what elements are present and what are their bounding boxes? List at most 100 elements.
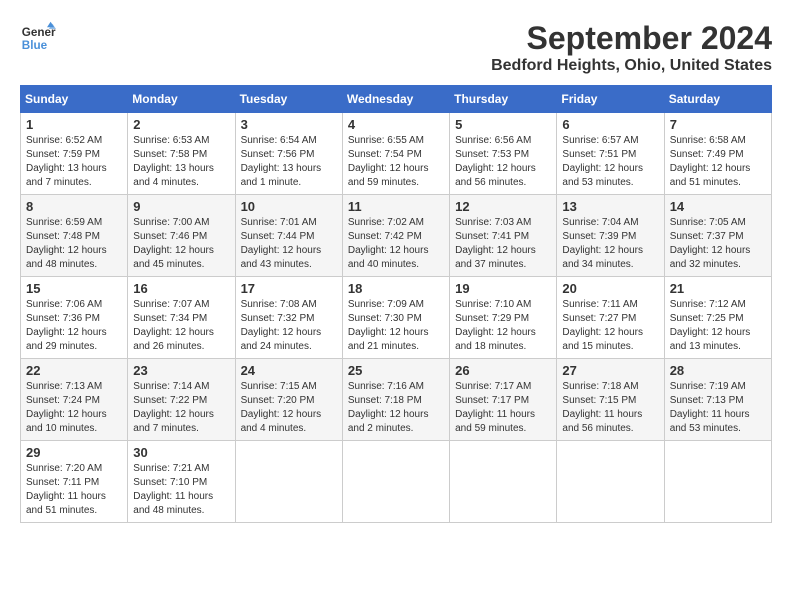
calendar-cell: 18 Sunrise: 7:09 AM Sunset: 7:30 PM Dayli… — [342, 277, 449, 359]
weekday-header-saturday: Saturday — [664, 86, 771, 113]
day-info: Sunrise: 6:56 AM Sunset: 7:53 PM Dayligh… — [455, 134, 551, 190]
day-number: 21 — [670, 281, 766, 296]
day-info: Sunrise: 7:04 AM Sunset: 7:39 PM Dayligh… — [562, 216, 658, 272]
day-info: Sunrise: 7:11 AM Sunset: 7:27 PM Dayligh… — [562, 298, 658, 354]
day-info: Sunrise: 7:14 AM Sunset: 7:22 PM Dayligh… — [133, 380, 229, 436]
day-number: 9 — [133, 199, 229, 214]
calendar-cell — [342, 441, 449, 523]
day-info: Sunrise: 7:08 AM Sunset: 7:32 PM Dayligh… — [241, 298, 337, 354]
weekday-header-sunday: Sunday — [21, 86, 128, 113]
day-number: 14 — [670, 199, 766, 214]
header: General Blue September 2024 Bedford Heig… — [20, 20, 772, 75]
calendar-cell: 11 Sunrise: 7:02 AM Sunset: 7:42 PM Dayli… — [342, 195, 449, 277]
day-number: 26 — [455, 363, 551, 378]
calendar-cell: 13 Sunrise: 7:04 AM Sunset: 7:39 PM Dayli… — [557, 195, 664, 277]
calendar-cell: 30 Sunrise: 7:21 AM Sunset: 7:10 PM Dayli… — [128, 441, 235, 523]
location-title: Bedford Heights, Ohio, United States — [491, 57, 772, 75]
calendar-cell: 22 Sunrise: 7:13 AM Sunset: 7:24 PM Dayli… — [21, 359, 128, 441]
calendar-cell — [450, 441, 557, 523]
day-info: Sunrise: 7:09 AM Sunset: 7:30 PM Dayligh… — [348, 298, 444, 354]
day-number: 7 — [670, 117, 766, 132]
calendar-cell: 7 Sunrise: 6:58 AM Sunset: 7:49 PM Daylig… — [664, 113, 771, 195]
weekday-header-thursday: Thursday — [450, 86, 557, 113]
title-area: September 2024 Bedford Heights, Ohio, Un… — [491, 20, 772, 75]
day-info: Sunrise: 7:19 AM Sunset: 7:13 PM Dayligh… — [670, 380, 766, 436]
day-info: Sunrise: 7:16 AM Sunset: 7:18 PM Dayligh… — [348, 380, 444, 436]
day-number: 18 — [348, 281, 444, 296]
calendar-cell: 3Sunrise: 6:54 AM Sunset: 7:56 PM Daylig… — [235, 113, 342, 195]
day-info: Sunrise: 6:59 AM Sunset: 7:48 PM Dayligh… — [26, 216, 122, 272]
calendar-cell: 23 Sunrise: 7:14 AM Sunset: 7:22 PM Dayli… — [128, 359, 235, 441]
calendar-cell — [235, 441, 342, 523]
calendar-cell: 17 Sunrise: 7:08 AM Sunset: 7:32 PM Dayli… — [235, 277, 342, 359]
calendar-week-row: 1Sunrise: 6:52 AM Sunset: 7:59 PM Daylig… — [21, 113, 772, 195]
calendar-cell — [664, 441, 771, 523]
day-number: 10 — [241, 199, 337, 214]
day-info: Sunrise: 7:12 AM Sunset: 7:25 PM Dayligh… — [670, 298, 766, 354]
day-number: 30 — [133, 445, 229, 460]
day-info: Sunrise: 7:17 AM Sunset: 7:17 PM Dayligh… — [455, 380, 551, 436]
calendar-cell — [557, 441, 664, 523]
day-number: 19 — [455, 281, 551, 296]
month-title: September 2024 — [491, 20, 772, 57]
day-info: Sunrise: 7:20 AM Sunset: 7:11 PM Dayligh… — [26, 462, 122, 518]
calendar-cell: 16 Sunrise: 7:07 AM Sunset: 7:34 PM Dayli… — [128, 277, 235, 359]
day-info: Sunrise: 7:07 AM Sunset: 7:34 PM Dayligh… — [133, 298, 229, 354]
day-number: 24 — [241, 363, 337, 378]
day-info: Sunrise: 7:03 AM Sunset: 7:41 PM Dayligh… — [455, 216, 551, 272]
calendar-cell: 14Sunrise: 7:05 AM Sunset: 7:37 PM Dayli… — [664, 195, 771, 277]
calendar-table: SundayMondayTuesdayWednesdayThursdayFrid… — [20, 85, 772, 523]
day-info: Sunrise: 6:55 AM Sunset: 7:54 PM Dayligh… — [348, 134, 444, 190]
svg-text:Blue: Blue — [22, 39, 48, 52]
calendar-cell: 1Sunrise: 6:52 AM Sunset: 7:59 PM Daylig… — [21, 113, 128, 195]
calendar-cell: 5 Sunrise: 6:56 AM Sunset: 7:53 PM Daylig… — [450, 113, 557, 195]
calendar-cell: 10 Sunrise: 7:01 AM Sunset: 7:44 PM Dayli… — [235, 195, 342, 277]
day-info: Sunrise: 7:18 AM Sunset: 7:15 PM Dayligh… — [562, 380, 658, 436]
day-number: 5 — [455, 117, 551, 132]
day-number: 4 — [348, 117, 444, 132]
day-number: 29 — [26, 445, 122, 460]
calendar-cell: 26 Sunrise: 7:17 AM Sunset: 7:17 PM Dayli… — [450, 359, 557, 441]
weekday-header-row: SundayMondayTuesdayWednesdayThursdayFrid… — [21, 86, 772, 113]
logo: General Blue — [20, 20, 56, 56]
calendar-cell: 21 Sunrise: 7:12 AM Sunset: 7:25 PM Dayli… — [664, 277, 771, 359]
calendar-week-row: 22 Sunrise: 7:13 AM Sunset: 7:24 PM Dayli… — [21, 359, 772, 441]
day-info: Sunrise: 7:10 AM Sunset: 7:29 PM Dayligh… — [455, 298, 551, 354]
calendar-cell: 27Sunrise: 7:18 AM Sunset: 7:15 PM Dayli… — [557, 359, 664, 441]
day-number: 20 — [562, 281, 658, 296]
calendar-cell: 8 Sunrise: 6:59 AM Sunset: 7:48 PM Daylig… — [21, 195, 128, 277]
day-number: 1 — [26, 117, 122, 132]
day-info: Sunrise: 7:06 AM Sunset: 7:36 PM Dayligh… — [26, 298, 122, 354]
day-info: Sunrise: 7:13 AM Sunset: 7:24 PM Dayligh… — [26, 380, 122, 436]
day-number: 22 — [26, 363, 122, 378]
calendar-cell: 6 Sunrise: 6:57 AM Sunset: 7:51 PM Daylig… — [557, 113, 664, 195]
weekday-header-wednesday: Wednesday — [342, 86, 449, 113]
calendar-week-row: 29 Sunrise: 7:20 AM Sunset: 7:11 PM Dayli… — [21, 441, 772, 523]
calendar-cell: 12Sunrise: 7:03 AM Sunset: 7:41 PM Dayli… — [450, 195, 557, 277]
day-info: Sunrise: 7:02 AM Sunset: 7:42 PM Dayligh… — [348, 216, 444, 272]
day-number: 6 — [562, 117, 658, 132]
day-number: 17 — [241, 281, 337, 296]
day-number: 11 — [348, 199, 444, 214]
day-number: 23 — [133, 363, 229, 378]
calendar-cell: 19 Sunrise: 7:10 AM Sunset: 7:29 PM Dayli… — [450, 277, 557, 359]
day-info: Sunrise: 6:54 AM Sunset: 7:56 PM Dayligh… — [241, 134, 337, 190]
day-info: Sunrise: 6:57 AM Sunset: 7:51 PM Dayligh… — [562, 134, 658, 190]
day-number: 25 — [348, 363, 444, 378]
calendar-cell: 28Sunrise: 7:19 AM Sunset: 7:13 PM Dayli… — [664, 359, 771, 441]
day-info: Sunrise: 7:21 AM Sunset: 7:10 PM Dayligh… — [133, 462, 229, 518]
day-number: 16 — [133, 281, 229, 296]
calendar-cell: 25 Sunrise: 7:16 AM Sunset: 7:18 PM Dayli… — [342, 359, 449, 441]
weekday-header-monday: Monday — [128, 86, 235, 113]
day-number: 15 — [26, 281, 122, 296]
day-number: 13 — [562, 199, 658, 214]
weekday-header-friday: Friday — [557, 86, 664, 113]
day-number: 8 — [26, 199, 122, 214]
calendar-cell: 15 Sunrise: 7:06 AM Sunset: 7:36 PM Dayli… — [21, 277, 128, 359]
day-info: Sunrise: 7:01 AM Sunset: 7:44 PM Dayligh… — [241, 216, 337, 272]
day-info: Sunrise: 6:58 AM Sunset: 7:49 PM Dayligh… — [670, 134, 766, 190]
calendar-cell: 4 Sunrise: 6:55 AM Sunset: 7:54 PM Daylig… — [342, 113, 449, 195]
calendar-cell: 2Sunrise: 6:53 AM Sunset: 7:58 PM Daylig… — [128, 113, 235, 195]
calendar-cell: 29 Sunrise: 7:20 AM Sunset: 7:11 PM Dayli… — [21, 441, 128, 523]
weekday-header-tuesday: Tuesday — [235, 86, 342, 113]
